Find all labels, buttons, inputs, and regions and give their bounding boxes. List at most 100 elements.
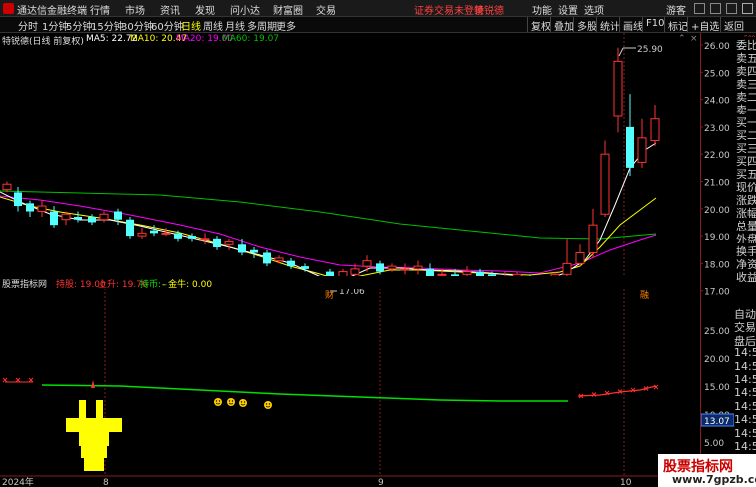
candle-body-down: [301, 266, 309, 269]
quote-label: 卖二: [736, 88, 756, 102]
margin-marker[interactable]: 融: [640, 290, 649, 301]
candle-body-up: [600, 153, 610, 215]
quote-label: 卖五: [736, 49, 756, 63]
candle-body-up: [637, 137, 647, 163]
quote-label: 买四: [736, 153, 756, 167]
candle-body-up: [274, 257, 284, 262]
candle-body-up: [588, 224, 598, 253]
high-price-label: 25.90: [637, 45, 663, 55]
candle-body-down: [88, 216, 96, 223]
quote-label: 现价: [736, 178, 756, 192]
candle-body-down: [263, 252, 271, 264]
ma5-line: [0, 142, 657, 282]
sell-cross-icon: [653, 384, 659, 390]
quote-label: 买五: [736, 166, 756, 179]
trade-status-label: 自动: [734, 306, 756, 319]
candle-body-up: [200, 238, 210, 241]
indicator-name: 股票指标网: [2, 280, 48, 290]
candle-body-up: [137, 232, 147, 237]
ma60-line: [0, 190, 657, 240]
trade-status-label: 盘后: [734, 332, 756, 346]
candle-body-up: [224, 241, 234, 245]
smiley-icon: [227, 398, 235, 406]
candle-body-up: [613, 60, 623, 117]
quote-label: 涨跌: [736, 191, 756, 205]
x-axis-label-year: 2024年: [2, 476, 34, 487]
watermark: 股票指标网 www.7gpzb.com: [658, 454, 756, 487]
trade-status-label: 交易: [734, 319, 756, 333]
stock-period-title: 特锐德(日线 前复权): [2, 37, 84, 47]
tick-time-label: 14:50: [734, 399, 756, 413]
yellow-signal-icon: [66, 400, 122, 471]
quote-label: 卖一: [736, 101, 756, 115]
tick-time-label: 14:50: [734, 413, 756, 427]
quote-label: 总量: [736, 217, 756, 231]
tick-time-label: 14:50: [734, 426, 756, 440]
candle-body-down: [126, 219, 134, 237]
candle-body-up: [37, 205, 47, 213]
candle-body-up: [362, 260, 372, 267]
quote-label: 涨幅: [736, 204, 756, 218]
collapse-icon[interactable]: ⌃: [678, 34, 686, 44]
quote-label: 委比: [736, 37, 756, 50]
candle-body-down: [74, 216, 82, 220]
chart-canvas[interactable]: 26.0025.0024.0023.0022.0021.0020.0019.00…: [0, 0, 756, 487]
ma60-value: MA60: 19.07: [222, 34, 280, 44]
quote-label: 买一: [736, 114, 756, 128]
sell-cross-icon: [591, 392, 597, 397]
candle-body-down: [188, 236, 196, 239]
candle-body-down: [250, 249, 258, 253]
candle-body-up: [650, 118, 660, 142]
candle-body-up: [413, 265, 423, 270]
candle-body-down: [150, 230, 158, 234]
tick-time-label: 14:50: [734, 346, 756, 360]
sell-cross-icon: [2, 377, 8, 383]
signal-line: [41, 384, 568, 402]
tick-time-label: 14:50: [734, 373, 756, 386]
finance-marker[interactable]: 财: [325, 289, 334, 301]
candle-body-down: [174, 233, 182, 239]
quote-label: 买二: [736, 127, 756, 141]
quote-label: 外盘: [736, 230, 756, 244]
quote-label: 收益: [736, 269, 756, 283]
ma20-line: [0, 195, 657, 274]
candle-body-down: [287, 260, 295, 267]
candle-body-down: [14, 192, 22, 207]
panel-close-icon[interactable]: ×: [690, 34, 698, 44]
indicator-bull: - 金牛: 0.00: [162, 280, 213, 290]
sell-cross-icon: [28, 377, 34, 383]
quote-label: 买三: [736, 140, 756, 154]
tick-time-label: 14:50: [734, 440, 756, 453]
candle-body-down: [50, 211, 58, 226]
candle-body-up: [575, 251, 585, 264]
candle-body-up: [61, 213, 71, 221]
candle-body-up: [562, 262, 572, 275]
indicator-info: 股票指标网 持股: 19.00 上升: 19.76 持币: - - 金牛: 0.…: [0, 276, 700, 290]
sell-cross-icon: [15, 377, 21, 383]
candle-body-down: [238, 244, 246, 253]
candle-body-down: [376, 263, 384, 272]
candle-body-up: [400, 268, 410, 271]
candle-body-down: [626, 126, 634, 168]
candle-body-up: [350, 268, 360, 275]
quote-label: 卖四: [736, 62, 756, 76]
candle-body-down: [26, 203, 34, 212]
main-chart-info: 特锐德(日线 前复权) MA5: 22.72 MA10: 20.47 MA20:…: [0, 33, 700, 47]
quote-label: 换手: [736, 243, 756, 257]
candle-body-up: [462, 271, 472, 275]
candle-body-up: [99, 213, 109, 221]
x-axis-label-aug: 8: [103, 478, 109, 487]
candle-body-down: [213, 238, 221, 248]
watermark-url: www.7gpzb.com: [672, 473, 756, 486]
candle-body-up: [387, 265, 397, 270]
candle-body-up: [161, 232, 171, 235]
tick-time-label: 14:50: [734, 359, 756, 373]
tick-time-label: 14:50: [734, 386, 756, 400]
smiley-icon: [239, 399, 247, 407]
smiley-icon: [214, 398, 222, 406]
smiley-icon: [264, 401, 272, 409]
x-axis-label-sep: 9: [378, 478, 384, 487]
candle-body-down: [114, 211, 122, 220]
quote-label: 卖三: [736, 75, 756, 89]
x-axis-label-oct: 10: [620, 478, 632, 487]
